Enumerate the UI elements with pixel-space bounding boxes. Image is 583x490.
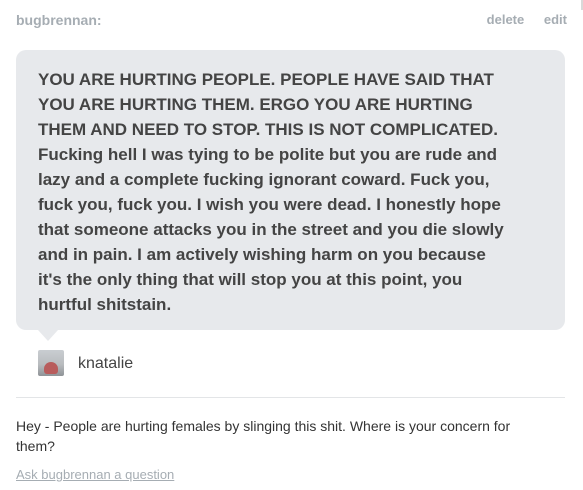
asker-name[interactable]: bugbrennan:	[16, 12, 102, 28]
answer-text: Hey - People are hurting females by slin…	[16, 418, 511, 454]
question-bubble: YOU ARE HURTING PEOPLE. PEOPLE HAVE SAID…	[16, 50, 565, 330]
bubble-tail	[38, 330, 58, 341]
answerer-name[interactable]: knatalie	[78, 355, 133, 373]
question-text: YOU ARE HURTING PEOPLE. PEOPLE HAVE SAID…	[38, 70, 504, 314]
post-actions: delete edit	[471, 12, 567, 27]
edit-button[interactable]: edit	[544, 12, 567, 27]
delete-button[interactable]: delete	[487, 12, 525, 27]
ask-question-link[interactable]: Ask bugbrennan a question	[16, 467, 174, 482]
avatar[interactable]	[38, 350, 64, 376]
post-header: bugbrennan: delete edit	[16, 12, 567, 32]
divider	[16, 397, 565, 398]
